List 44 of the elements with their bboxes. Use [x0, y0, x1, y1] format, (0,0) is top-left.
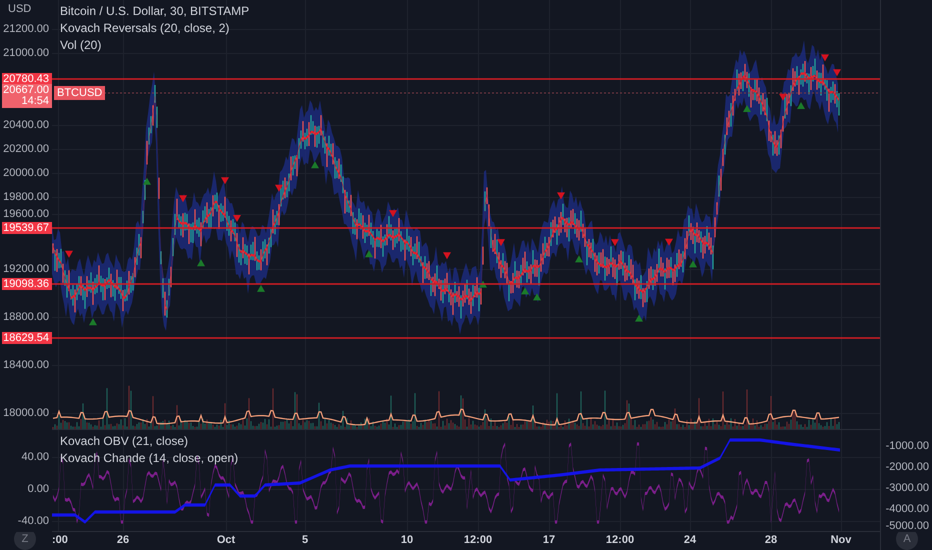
obv-tick: -4000.00 [886, 503, 929, 515]
price-tick: 20200.00 [3, 143, 49, 155]
price-tick: 21200.00 [3, 23, 49, 35]
oscillator-tick: -40.00 [18, 515, 49, 527]
legend-text: Kovach Reversals (20, close, 2) [60, 21, 230, 36]
oscillator-tick: 0.00 [28, 483, 49, 495]
price-tick: 20000.00 [3, 167, 49, 179]
symbol-tag: BTCUSD [54, 86, 106, 100]
time-label: 12:00 [606, 534, 634, 546]
price-tick: 20400.00 [3, 119, 49, 131]
obv-tick: -1000.00 [886, 440, 929, 452]
legend-text: Vol (20) [60, 38, 102, 53]
price-tick: 18800.00 [3, 311, 49, 323]
obv-tick: -2000.00 [886, 461, 929, 473]
obv-tick: -3000.00 [886, 482, 929, 494]
obv-tick: -5000.00 [886, 520, 929, 532]
legend-text: Kovach OBV (21, close) [60, 434, 190, 449]
time-label: 5 [302, 534, 308, 546]
time-label: Nov [830, 534, 852, 546]
legend-text: Kovach Chande (14, close, open) [60, 451, 238, 466]
time-label: 12:00 [464, 534, 492, 546]
price-tick: 19800.00 [3, 191, 49, 203]
price-line-label: 19098.36 [2, 278, 52, 290]
time-label: Oct [216, 534, 236, 546]
time-label: 17 [542, 534, 556, 546]
time-label: :00 [52, 534, 68, 546]
timezone-button[interactable]: Z [14, 532, 36, 550]
price-tick: 21000.00 [3, 47, 49, 59]
price-tick: 18000.00 [3, 407, 49, 419]
time-label: 26 [116, 534, 130, 546]
price-tick: 18400.00 [3, 359, 49, 371]
price-line-label: 20780.43 [2, 73, 52, 85]
time-label: 10 [400, 534, 414, 546]
time-label: 24 [684, 534, 696, 546]
auto-scale-button[interactable]: A [896, 532, 918, 550]
price-line-label: 19539.67 [2, 222, 52, 234]
currency-label: USD [8, 3, 32, 15]
price-tick: 19200.00 [3, 263, 49, 275]
legend-text: Bitcoin / U.S. Dollar, 30, BITSTAMP [60, 4, 250, 19]
price-tick: 19600.00 [3, 208, 49, 220]
oscillator-tick: 40.00 [21, 451, 49, 463]
time-label: 28 [764, 534, 778, 546]
last-price-label: 20667.00 14:54 [2, 84, 52, 108]
price-line-label: 18629.54 [2, 332, 52, 344]
